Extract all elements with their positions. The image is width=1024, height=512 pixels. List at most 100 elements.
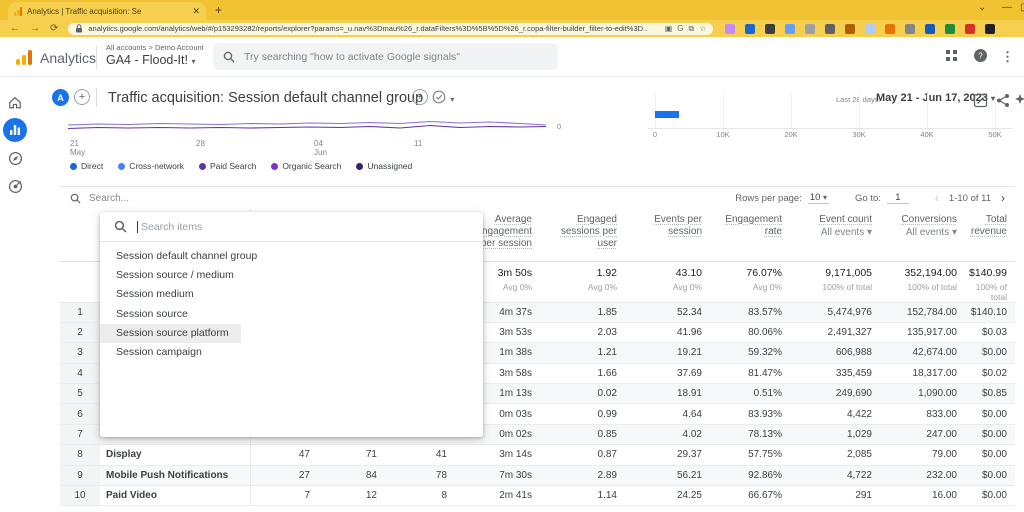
extension-icon[interactable]	[725, 24, 735, 34]
google-icon[interactable]: G	[677, 24, 683, 33]
lock-icon	[75, 24, 83, 33]
kebab-menu-icon[interactable]: ⋮	[1001, 49, 1014, 65]
dropdown-item-list: Session default channel groupSession sou…	[100, 247, 483, 362]
extension-icon[interactable]	[745, 24, 755, 34]
tab-close-icon[interactable]: ✕	[192, 6, 200, 17]
prev-page-button[interactable]: ‹	[931, 191, 943, 205]
sidebar-item-reports[interactable]	[3, 118, 27, 142]
cell-num: 10	[60, 486, 100, 506]
share-report-icon[interactable]	[996, 93, 1010, 108]
address-bar[interactable]: analytics.google.com/analytics/web/#/p15…	[68, 23, 713, 35]
sidebar-item-advertising[interactable]	[3, 174, 27, 198]
table-row: 9Mobile Push Notifications2784787m 30s2.…	[60, 465, 1015, 485]
cell-num: 8	[60, 445, 100, 465]
search-icon	[70, 193, 81, 204]
extension-icon[interactable]	[985, 24, 995, 34]
cell-engaged_sessions_per_user: 0.99	[540, 404, 625, 424]
tab-media-icon[interactable]: ▣	[665, 24, 673, 33]
extension-icon[interactable]	[765, 24, 775, 34]
cell-sessions: 12	[318, 486, 385, 506]
insights-icon[interactable]	[1014, 93, 1024, 108]
global-search-input[interactable]: Try searching "how to activate Google si…	[213, 43, 558, 70]
dropdown-item[interactable]: Session source	[100, 305, 483, 324]
extension-icon[interactable]	[965, 24, 975, 34]
extension-icon[interactable]	[825, 24, 835, 34]
legend-dot-icon	[199, 163, 206, 170]
column-header-conversions[interactable]: ConversionsAll events ▾	[880, 209, 965, 261]
legend-item: Paid Search	[199, 161, 256, 171]
extension-icon[interactable]	[845, 24, 855, 34]
cell-sessions: 71	[318, 445, 385, 465]
cell-events_per_session: 18.91	[625, 384, 710, 404]
rows-per-page-select[interactable]: 10 ▾	[808, 192, 829, 204]
cell-total_revenue: $0.85	[965, 384, 1015, 404]
extension-icon[interactable]	[805, 24, 815, 34]
dropdown-search-input[interactable]: Search items	[100, 212, 483, 242]
reload-button[interactable]: ⟳	[50, 23, 58, 34]
maximize-window-icon[interactable]: ▢	[1020, 2, 1024, 13]
next-page-button[interactable]: ›	[997, 191, 1009, 205]
column-header-engagement_rate[interactable]: Engagement rate	[710, 209, 790, 261]
bookmark-star-icon[interactable]: ☆	[699, 24, 706, 33]
dimension-caret-icon[interactable]: ▾	[450, 95, 454, 104]
totals-event_count: 9,171,005100% of total	[790, 261, 880, 302]
cell-events_per_session: 4.64	[625, 404, 710, 424]
dropdown-item[interactable]: Session source / medium	[100, 266, 483, 285]
goto-page-input[interactable]: 1	[887, 192, 909, 204]
column-header-events_per_session[interactable]: Events per session	[625, 209, 710, 261]
sidebar-item-explore[interactable]	[3, 146, 27, 170]
help-icon[interactable]: ?	[973, 48, 988, 63]
check-circle-icon[interactable]	[432, 90, 446, 104]
cell-engagement_rate: 78.13%	[710, 424, 790, 444]
dropdown-item[interactable]: Session campaign	[100, 343, 483, 362]
extension-icon[interactable]	[925, 24, 935, 34]
legend-item: Cross-network	[118, 161, 184, 171]
new-tab-button[interactable]: +	[215, 3, 222, 17]
dropdown-item[interactable]: Session default channel group	[100, 247, 483, 266]
account-breadcrumb[interactable]: All accounts > Demo Account	[106, 43, 204, 52]
cell-users: 27	[250, 465, 318, 485]
cell-total_revenue: $0.00	[965, 404, 1015, 424]
sidebar-item-home[interactable]	[3, 90, 27, 114]
analytics-logo-icon[interactable]	[16, 49, 32, 65]
cell-engagement_rate: 0.51%	[710, 384, 790, 404]
edit-comparisons-icon[interactable]	[973, 93, 988, 108]
metric-filter-select[interactable]: All events ▾	[790, 227, 872, 239]
bar-axis-tick: 50K	[988, 130, 1001, 139]
extension-icon[interactable]	[905, 24, 915, 34]
pagination-controls: Rows per page: 10 ▾ Go to: 1 ‹ 1-10 of 1…	[735, 191, 1009, 205]
extension-icon[interactable]	[945, 24, 955, 34]
table-search-input[interactable]: Search...	[70, 193, 735, 204]
add-comparison-button[interactable]: +	[74, 89, 90, 105]
dropdown-item[interactable]: Session source platform	[100, 324, 483, 343]
minimize-window-icon[interactable]: —	[1002, 2, 1012, 13]
column-header-total_revenue[interactable]: Total revenue	[965, 209, 1015, 261]
dropdown-item[interactable]: Session medium	[100, 285, 483, 304]
tab-search-chevron-icon[interactable]: ⌄	[978, 2, 986, 13]
column-header-event_count[interactable]: Event countAll events ▾	[790, 209, 880, 261]
cell-conversions: 16.00	[880, 486, 965, 506]
browser-tab-bar: Analytics | Traffic acquisition: Se ✕ + …	[0, 0, 1024, 20]
browser-tab[interactable]: Analytics | Traffic acquisition: Se ✕	[8, 2, 206, 20]
extension-icon[interactable]	[785, 24, 795, 34]
cell-engaged_sessions: 41	[385, 445, 455, 465]
property-switcher[interactable]: GA4 - Flood-It! ▾	[106, 53, 195, 67]
add-metric-button[interactable]: +	[412, 89, 428, 105]
x-axis-label: 11	[414, 139, 422, 148]
cell-conversions: 79.00	[880, 445, 965, 465]
extension-icon[interactable]	[865, 24, 875, 34]
cell-num: 4	[60, 363, 100, 383]
column-header-engaged_sessions_per_user[interactable]: Engaged sessions per user	[540, 209, 625, 261]
cell-engaged_sessions_per_user: 2.03	[540, 322, 625, 342]
back-button[interactable]: ←	[10, 23, 20, 34]
cell-events_per_session: 29.37	[625, 445, 710, 465]
apps-grid-icon[interactable]	[945, 49, 958, 62]
share-page-icon[interactable]: ⧉	[689, 24, 695, 34]
cell-conversions: 1,090.00	[880, 384, 965, 404]
extension-icon[interactable]	[885, 24, 895, 34]
comparison-badge[interactable]: A	[52, 89, 69, 106]
goto-page-label: Go to:	[855, 193, 881, 204]
totals-conversions: 352,194.00100% of total	[880, 261, 965, 302]
forward-button[interactable]: →	[30, 23, 40, 34]
metric-filter-select[interactable]: All events ▾	[880, 227, 957, 239]
